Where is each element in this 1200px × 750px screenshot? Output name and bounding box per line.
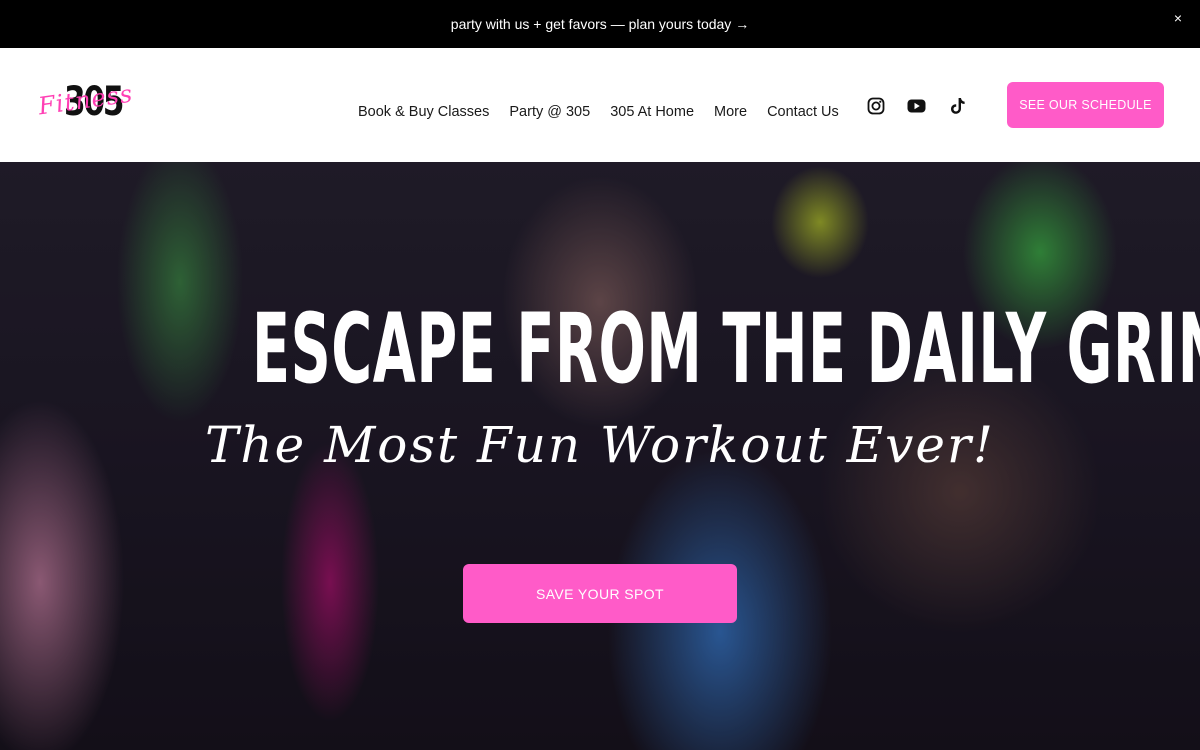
see-schedule-button[interactable]: SEE OUR SCHEDULE [1007,82,1164,128]
tiktok-icon[interactable] [948,96,967,115]
save-your-spot-button[interactable]: SAVE YOUR SPOT [463,564,737,623]
hero-subheadline: The Most Fun Workout Ever! [205,416,995,474]
close-icon[interactable]: × [1170,10,1186,26]
social-links [866,96,967,115]
youtube-icon[interactable] [907,96,926,115]
nav-item-book-buy-classes[interactable]: Book & Buy Classes [358,104,489,120]
nav-item-party[interactable]: Party @ 305 [509,104,590,120]
hero-section: ESCAPE FROM THE DAILY GRIND The Most Fun… [0,162,1200,750]
announcement-bar: party with us + get favors — plan yours … [0,0,1200,48]
nav-item-more[interactable]: More [714,104,747,120]
announcement-link[interactable]: party with us + get favors — plan yours … [451,16,749,32]
nav-item-305-at-home[interactable]: 305 At Home [610,104,694,120]
hero-headline: ESCAPE FROM THE DAILY GRIND [252,293,1200,405]
site-header: 305 Fitness Book & Buy Classes Party @ 3… [0,48,1200,162]
nav-item-contact-us[interactable]: Contact Us [767,104,839,120]
main-nav: Book & Buy Classes Party @ 305 305 At Ho… [358,104,839,120]
logo[interactable]: 305 Fitness [37,78,135,130]
instagram-icon[interactable] [866,96,885,115]
